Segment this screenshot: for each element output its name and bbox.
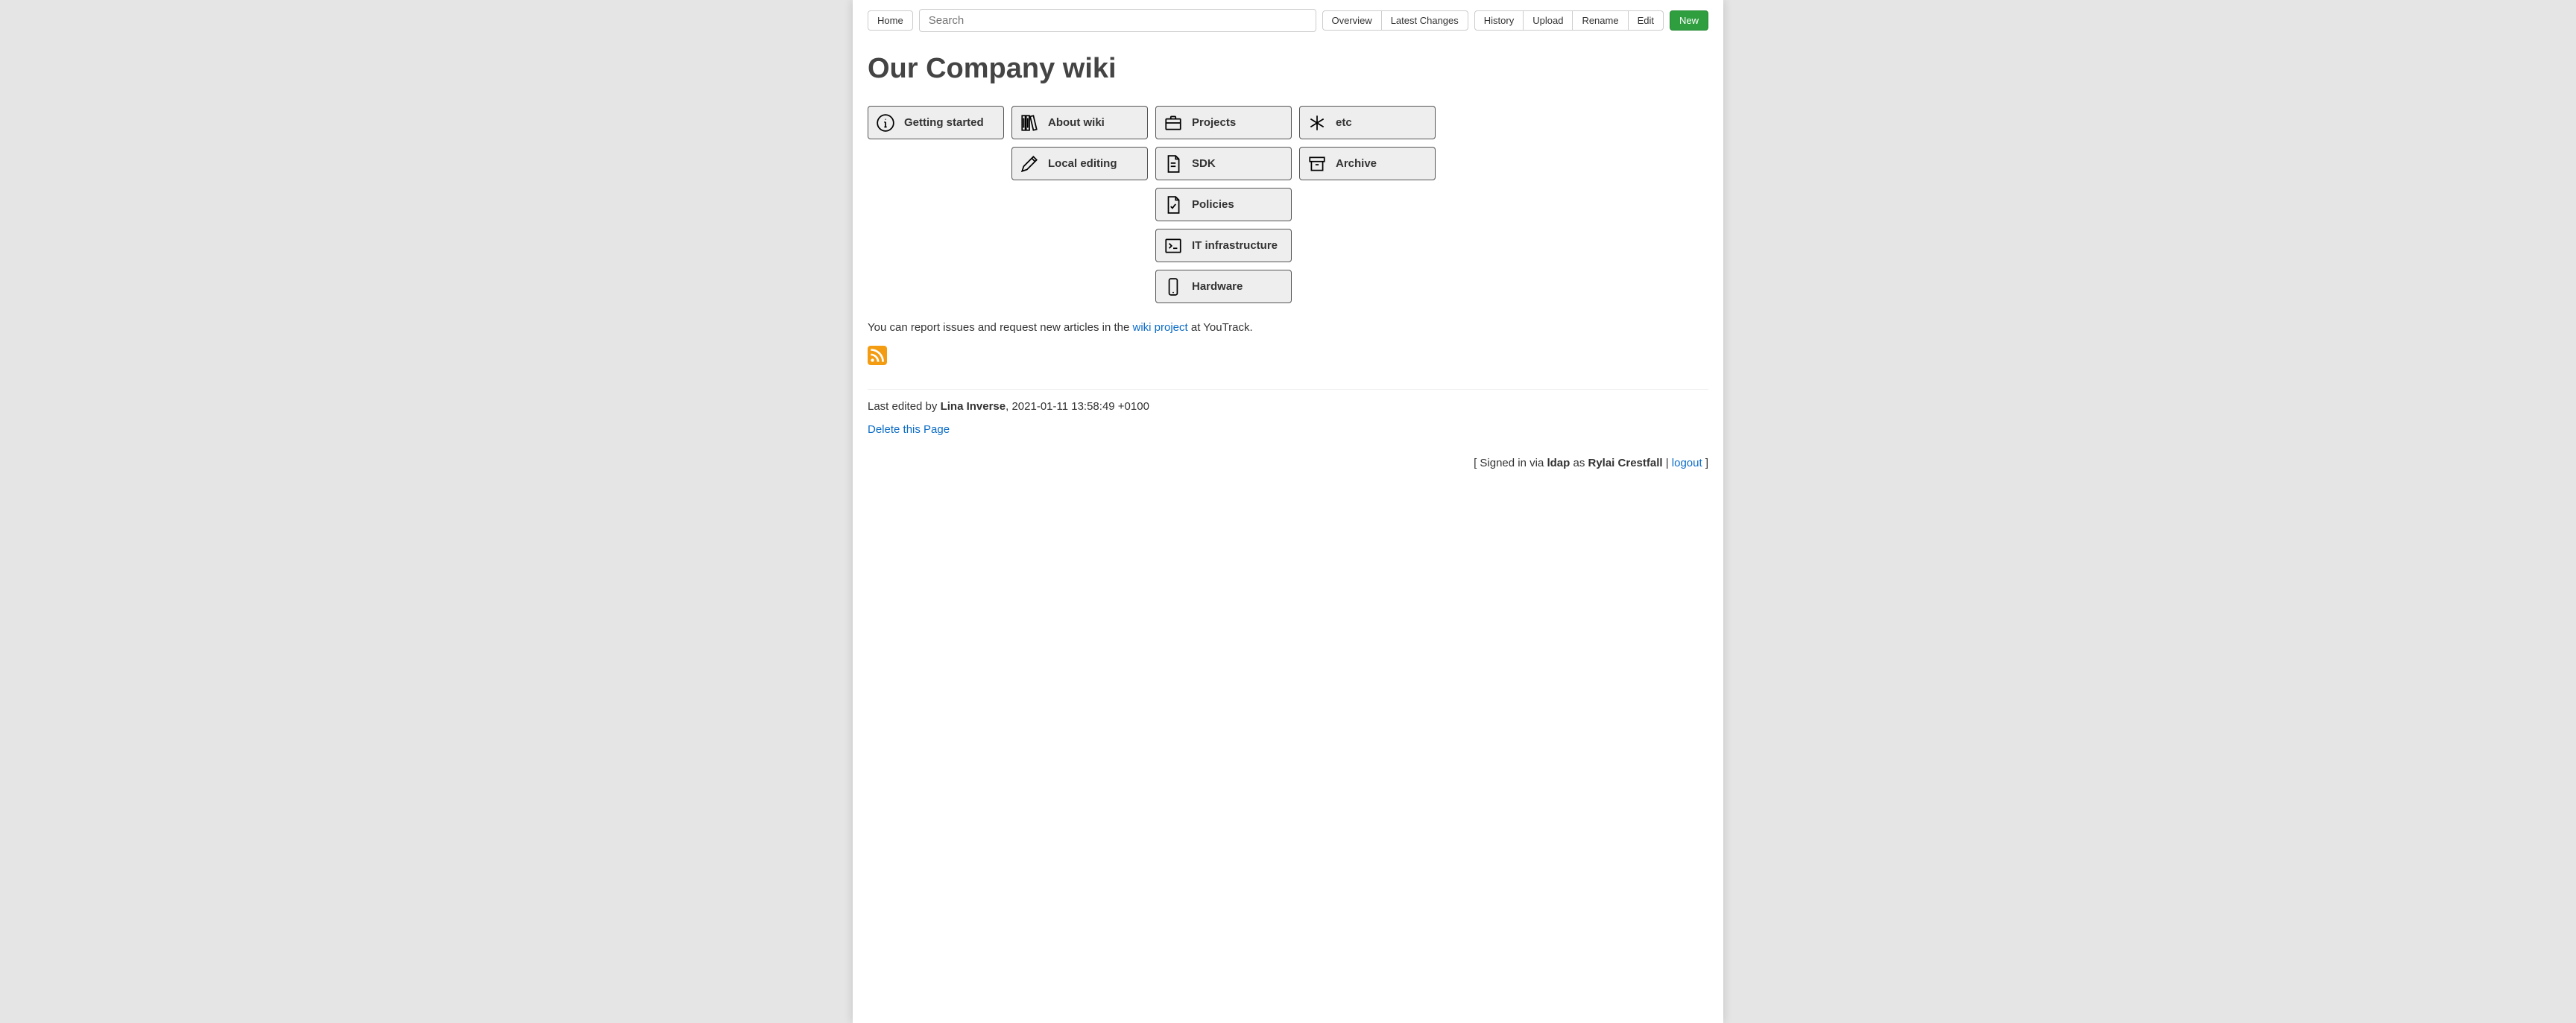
new-button[interactable]: New — [1670, 10, 1708, 31]
overview-button[interactable]: Overview — [1322, 10, 1382, 31]
file-check-icon — [1164, 195, 1183, 215]
actions-group: History Upload Rename Edit — [1474, 10, 1664, 31]
rename-button[interactable]: Rename — [1572, 10, 1628, 31]
tile-local-editing[interactable]: Local editing — [1011, 147, 1148, 180]
pencil-icon — [1020, 154, 1039, 174]
tile-label: Projects — [1192, 116, 1236, 129]
footer-post: ] — [1702, 457, 1708, 469]
tile-label: Local editing — [1048, 157, 1117, 170]
info-icon — [876, 113, 895, 133]
history-button[interactable]: History — [1474, 10, 1524, 31]
tile-label: etc — [1336, 116, 1352, 129]
report-pre: You can report issues and request new ar… — [868, 321, 1133, 334]
tile-getting-started[interactable]: Getting started — [868, 106, 1004, 139]
edited-post: , 2021-01-11 13:58:49 +0100 — [1006, 400, 1149, 413]
tile-about-wiki[interactable]: About wiki — [1011, 106, 1148, 139]
footer-as: as — [1570, 457, 1588, 469]
edited-pre: Last edited by — [868, 400, 941, 413]
tile-policies[interactable]: Policies — [1155, 188, 1292, 221]
footer-provider: ldap — [1547, 457, 1570, 469]
footer: [ Signed in via ldap as Rylai Crestfall … — [868, 457, 1708, 469]
view-group: Overview Latest Changes — [1322, 10, 1468, 31]
tile-label: IT infrastructure — [1192, 239, 1278, 252]
footer-pre: [ Signed in via — [1474, 457, 1547, 469]
tile-column-3: Projects SDK Policies IT infrastructure — [1155, 106, 1292, 303]
tile-hardware[interactable]: Hardware — [1155, 270, 1292, 303]
upload-button[interactable]: Upload — [1523, 10, 1573, 31]
report-post: at YouTrack. — [1188, 321, 1253, 334]
top-toolbar: Home Overview Latest Changes History Upl… — [868, 9, 1708, 32]
footer-sep: | — [1663, 457, 1672, 469]
tile-label: SDK — [1192, 157, 1216, 170]
page-title: Our Company wiki — [868, 53, 1708, 85]
tile-column-4: etc Archive — [1299, 106, 1436, 303]
tile-archive[interactable]: Archive — [1299, 147, 1436, 180]
page-container: Home Overview Latest Changes History Upl… — [853, 0, 1723, 1023]
mobile-icon — [1164, 277, 1183, 297]
tile-etc[interactable]: etc — [1299, 106, 1436, 139]
delete-page-link[interactable]: Delete this Page — [868, 423, 950, 436]
tile-label: Policies — [1192, 198, 1234, 211]
tile-label: About wiki — [1048, 116, 1105, 129]
briefcase-icon — [1164, 113, 1183, 133]
edit-button[interactable]: Edit — [1628, 10, 1664, 31]
tile-sdk[interactable]: SDK — [1155, 147, 1292, 180]
tile-label: Getting started — [904, 116, 984, 129]
tile-label: Hardware — [1192, 280, 1243, 293]
divider — [868, 389, 1708, 390]
tile-it-infrastructure[interactable]: IT infrastructure — [1155, 229, 1292, 262]
tile-grid: Getting started About wiki Local editing — [868, 106, 1708, 303]
footer-user: Rylai Crestfall — [1588, 457, 1663, 469]
tile-label: Archive — [1336, 157, 1377, 170]
wiki-project-link[interactable]: wiki project — [1133, 321, 1188, 334]
rss-icon[interactable] — [868, 346, 887, 365]
document-icon — [1164, 154, 1183, 174]
tile-column-2: About wiki Local editing — [1011, 106, 1148, 303]
latest-changes-button[interactable]: Latest Changes — [1381, 10, 1468, 31]
edited-author: Lina Inverse — [941, 400, 1006, 413]
last-edited: Last edited by Lina Inverse, 2021-01-11 … — [868, 400, 1708, 413]
archive-icon — [1307, 154, 1327, 174]
report-text: You can report issues and request new ar… — [868, 321, 1708, 334]
asterisk-icon — [1307, 113, 1327, 133]
tile-projects[interactable]: Projects — [1155, 106, 1292, 139]
search-input[interactable] — [919, 9, 1316, 32]
books-icon — [1020, 113, 1039, 133]
home-button[interactable]: Home — [868, 10, 913, 31]
terminal-icon — [1164, 236, 1183, 256]
logout-link[interactable]: logout — [1672, 457, 1702, 469]
tile-column-1: Getting started — [868, 106, 1004, 303]
